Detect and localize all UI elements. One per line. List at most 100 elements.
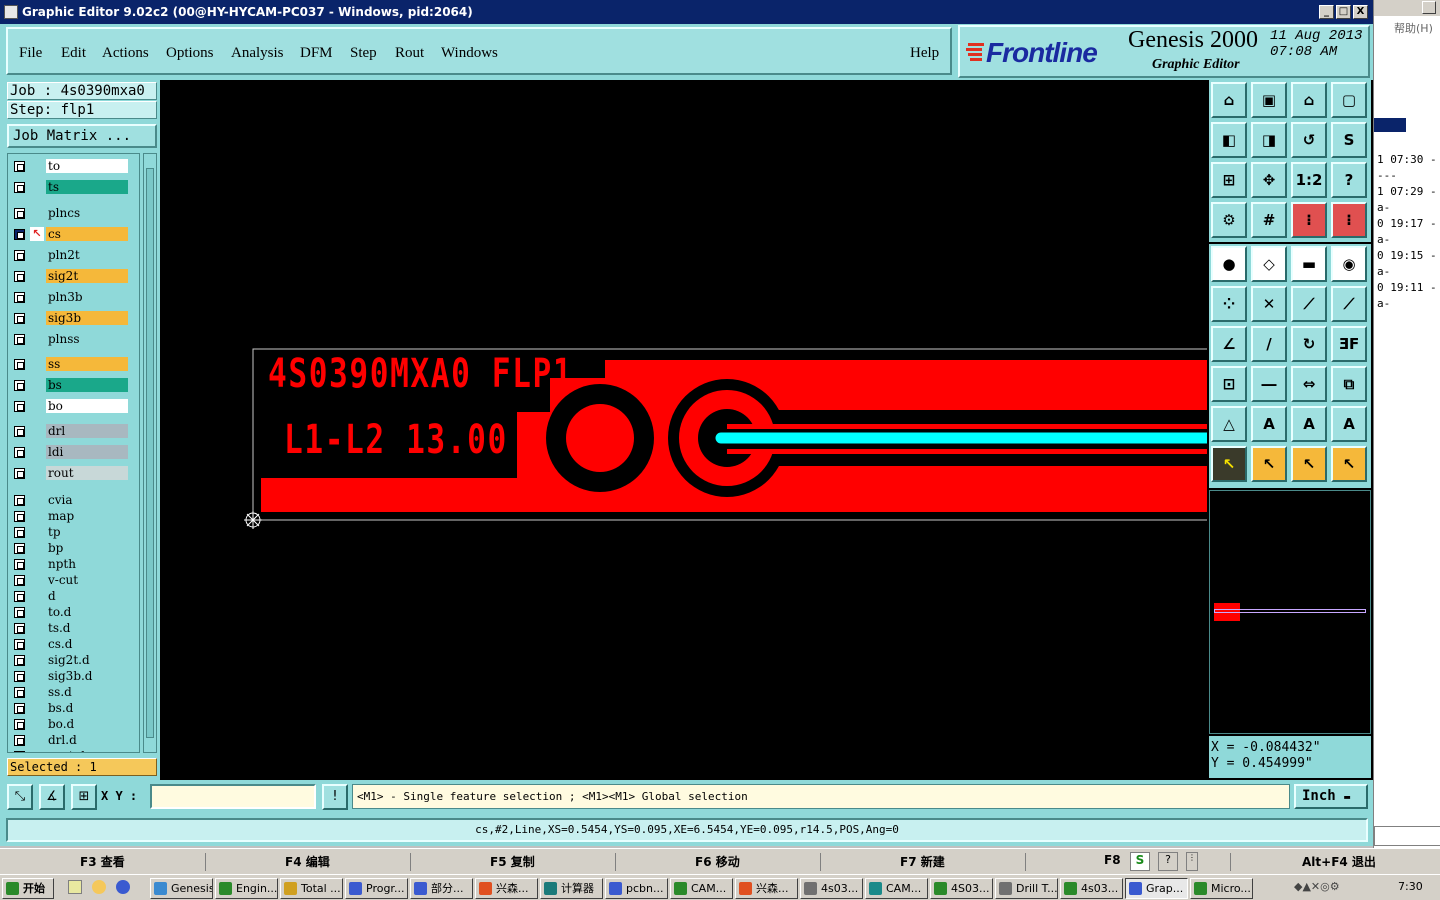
mini-view[interactable] [1209,490,1371,734]
menu-rout[interactable]: Rout [395,45,424,62]
layer-row[interactable]: drl.d [8,732,138,748]
layer-checkbox[interactable] [14,623,25,634]
window-icon[interactable]: ▢ [1331,82,1367,118]
layer-row[interactable]: cs.d [8,636,138,652]
layer-row[interactable]: pln2t [8,247,138,263]
menu-analysis[interactable]: Analysis [231,45,284,62]
add-surface-icon[interactable]: ◇ [1251,246,1287,282]
taskbar-item[interactable]: 4s03... [1060,878,1123,899]
layer-row[interactable]: sig3b [8,310,138,326]
taskbar-item[interactable]: 计算器 [540,878,603,899]
layer-control-icon[interactable]: ⁝ [1291,202,1327,238]
layer-row[interactable]: bs [8,377,138,393]
layer-checkbox[interactable] [14,751,25,752]
layer-checkbox[interactable] [14,380,25,391]
grid-snap-icon[interactable]: ⊞ [71,784,97,810]
scrollbar-thumb[interactable] [146,168,154,738]
job-matrix-button[interactable]: Job Matrix ... [7,124,157,148]
layer-row[interactable]: pln3b [8,289,138,305]
layer-row[interactable]: sig3b.d [8,668,138,684]
layer-row[interactable]: ldi [8,444,138,460]
select-pointer-icon[interactable]: ↖ [1211,446,1247,482]
close-button[interactable]: X [1353,5,1368,19]
bg-list-item[interactable]: 0 19:15 -a- [1377,248,1440,280]
line-add-icon[interactable]: ⟋ [1291,286,1327,322]
layer-checkbox[interactable] [14,703,25,714]
alt-f4-exit[interactable]: Alt+F4 退出 [1302,853,1376,870]
taskbar-item[interactable]: CAM... [865,878,928,899]
taskbar-item[interactable]: 兴森... [475,878,538,899]
measure-ruler-icon[interactable]: ▬ [1291,246,1327,282]
clock-app-icon[interactable] [92,880,106,894]
arc-icon[interactable]: ↻ [1291,326,1327,362]
layer-row[interactable]: bo [8,398,138,414]
move-icon[interactable]: ⊡ [1211,366,1247,402]
layer-row[interactable]: sig2t [8,268,138,284]
layer-checkbox[interactable] [14,359,25,370]
info-icon[interactable]: ! [322,784,348,810]
xy-input[interactable] [150,784,316,809]
zoom-fit-icon[interactable]: ⊞ [1211,162,1247,198]
layer-row[interactable]: drl [8,423,138,439]
taskbar-item[interactable]: 兴森... [735,878,798,899]
connect-icon[interactable]: ⁘ [1211,286,1247,322]
menu-dfm[interactable]: DFM [300,45,333,62]
maximize-button[interactable]: □ [1336,5,1351,19]
f4-edit[interactable]: F4 编辑 [285,853,330,870]
polygon-2-icon[interactable]: A [1291,406,1327,442]
menu-edit[interactable]: Edit [61,45,86,62]
home-icon[interactable]: ⌂ [1291,82,1327,118]
layer-row[interactable]: map [8,508,138,524]
bg-dropdown[interactable] [1374,826,1440,846]
f7-new[interactable]: F7 新建 [900,853,945,870]
layer-checkbox[interactable] [14,271,25,282]
layer-scrollbar[interactable] [143,153,157,753]
layer-row[interactable]: ts.d [8,620,138,636]
triangle-icon[interactable]: △ [1211,406,1247,442]
layer-checkbox[interactable] [14,292,25,303]
unit-selector[interactable]: Inch ▬ [1294,784,1368,809]
f5-copy[interactable]: F5 复制 [490,853,535,870]
undo-view-icon[interactable]: ↺ [1291,122,1327,158]
tray-scroll-icon[interactable]: ⋮ [1186,852,1198,871]
layer-checkbox[interactable] [14,229,25,240]
layer-checkbox[interactable] [14,543,25,554]
layer-checkbox[interactable] [14,671,25,682]
bg-list-item[interactable]: 0 19:11 -a- [1377,280,1440,312]
polygon-icon[interactable]: A [1251,406,1287,442]
bg-list-item[interactable]: 1 07:29 -a- [1377,184,1440,216]
stretch-icon[interactable]: ⇔ [1291,366,1327,402]
layer-checkbox[interactable] [14,495,25,506]
layer-checkbox[interactable] [14,208,25,219]
mirror-icon[interactable]: ƎF [1331,326,1367,362]
select-net-icon[interactable]: ↖ [1331,446,1367,482]
layer-row[interactable]: tp [8,524,138,540]
layer-row[interactable]: bo.d [8,716,138,732]
layer-checkbox[interactable] [14,559,25,570]
layer-checkbox[interactable] [14,591,25,602]
angle-mode-icon[interactable]: ∡ [39,784,65,810]
select-polygon-icon[interactable]: ↖ [1291,446,1327,482]
layer-row[interactable]: ss.d [8,684,138,700]
taskbar-item[interactable]: Grap... [1125,878,1188,899]
menu-help[interactable]: Help [910,45,939,62]
layer-checkbox[interactable] [14,250,25,261]
layer-row[interactable]: sig2t.d [8,652,138,668]
f8-key[interactable]: F8 [1104,853,1121,867]
snap-mode-icon[interactable]: ⤡ [7,784,33,810]
zoom-center-icon[interactable]: ✥ [1251,162,1287,198]
layer-control-2-icon[interactable]: ⁝ [1331,202,1367,238]
taskbar-item[interactable]: 部分... [410,878,473,899]
layer-row[interactable]: to [8,158,138,174]
layer-row[interactable]: plncs [8,205,138,221]
layer-row[interactable]: cvia [8,492,138,508]
settings-icon[interactable]: ⚙ [1211,202,1247,238]
layer-row[interactable]: ss [8,356,138,372]
select-box-icon[interactable]: ↖ [1251,446,1287,482]
taskbar-item[interactable]: Total ... [280,878,343,899]
home-top-icon[interactable]: ⌂ [1211,82,1247,118]
layer-checkbox[interactable] [14,575,25,586]
layer-checkbox[interactable] [14,687,25,698]
taskbar-item[interactable]: Engin... [215,878,278,899]
taskbar-item[interactable]: Micro... [1190,878,1253,899]
